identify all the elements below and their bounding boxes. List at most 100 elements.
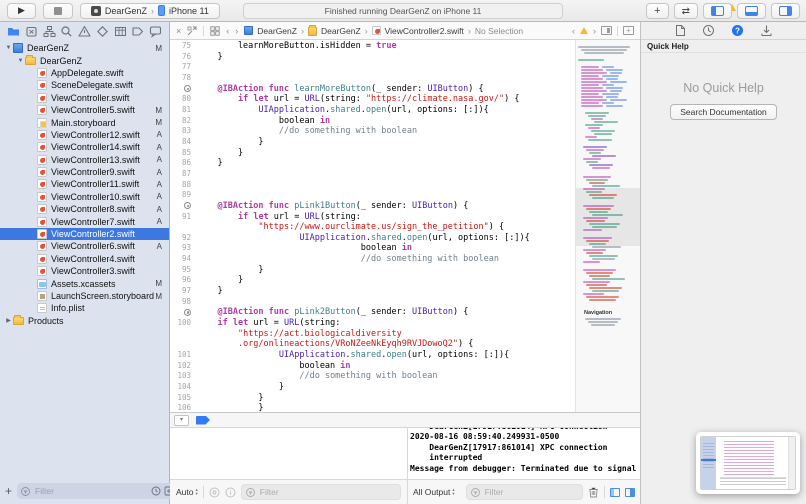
tree-item-viewcontroller4-swift[interactable]: ViewController4.swift: [0, 253, 169, 265]
line-number[interactable]: 84: [170, 137, 197, 148]
tree-item-viewcontroller6-swift[interactable]: ViewController6.swiftA: [0, 240, 169, 252]
tree-item-scenedelegate-swift[interactable]: SceneDelegate.swift: [0, 79, 169, 91]
code-line-80[interactable]: 80 if let url = URL(string: "https://cli…: [170, 94, 575, 105]
line-number[interactable]: 83: [170, 126, 197, 137]
hide-debug-area-button[interactable]: ▾: [174, 415, 189, 426]
history-inspector-icon[interactable]: [702, 24, 715, 37]
library-add-button[interactable]: +: [646, 3, 668, 19]
breadcrumb-project[interactable]: DearGenZ: [257, 26, 297, 36]
breakpoints-toggle-icon[interactable]: [196, 416, 210, 425]
tree-item-viewcontroller11-swift[interactable]: ViewController11.swiftA: [0, 178, 169, 190]
code-line-93[interactable]: 93 boolean in: [170, 243, 575, 254]
code-line-84[interactable]: 84 }: [170, 137, 575, 148]
line-number[interactable]: 77: [170, 62, 197, 73]
source-control-navigator-icon[interactable]: [25, 25, 38, 38]
code-line-90[interactable]: @IBAction func pLink1Button(_ sender: UI…: [170, 201, 575, 212]
show-console-view-icon[interactable]: [625, 488, 635, 497]
tree-item-viewcontroller5-swift[interactable]: ViewController5.swiftM: [0, 104, 169, 116]
line-number[interactable]: 104: [170, 382, 197, 393]
file-inspector-icon[interactable]: [675, 24, 686, 37]
tree-item-viewcontroller-swift[interactable]: ViewController.swift: [0, 92, 169, 104]
tree-item-deargenz[interactable]: ▼DearGenZ: [0, 54, 169, 66]
previous-issue-icon[interactable]: ‹: [572, 26, 575, 36]
tree-item-viewcontroller9-swift[interactable]: ViewController9.swiftA: [0, 166, 169, 178]
minimap-viewport[interactable]: [576, 188, 640, 246]
line-number[interactable]: 94: [170, 254, 197, 265]
line-number[interactable]: 82: [170, 116, 197, 127]
adjust-editor-options-icon[interactable]: [601, 26, 612, 35]
line-number[interactable]: 87: [170, 169, 197, 180]
code-line-101[interactable]: 101 UIApplication.shared.open(url, optio…: [170, 350, 575, 361]
line-number[interactable]: 92: [170, 233, 197, 244]
info-circle-icon[interactable]: [225, 487, 236, 498]
line-number[interactable]: 106: [170, 403, 197, 412]
code-line-87[interactable]: 87: [170, 169, 575, 180]
console-output[interactable]: DearGenZ[17917:861014] XPC connection202…: [408, 428, 640, 479]
code-line-85[interactable]: 85 }: [170, 148, 575, 159]
warning-icon[interactable]: [580, 27, 588, 34]
code-line-92[interactable]: 92 UIApplication.shared.open(url, option…: [170, 233, 575, 244]
code-line-78[interactable]: 78: [170, 73, 575, 84]
ibaction-connection-icon[interactable]: [170, 201, 197, 212]
disclosure-down-icon[interactable]: ▼: [4, 45, 13, 51]
search-documentation-button[interactable]: Search Documentation: [670, 104, 776, 120]
editor-mode-button[interactable]: ⇄: [674, 3, 698, 19]
line-number[interactable]: 97: [170, 286, 197, 297]
tree-item-viewcontroller12-swift[interactable]: ViewController12.swiftA: [0, 129, 169, 141]
breakpoint-navigator-icon[interactable]: [131, 25, 144, 38]
code-line-75[interactable]: 75 learnMoreButton.isHidden = true: [170, 41, 575, 52]
line-number[interactable]: 102: [170, 361, 197, 372]
variables-filter-field[interactable]: [241, 484, 401, 500]
disclosure-right-icon[interactable]: ▶: [4, 317, 13, 324]
line-number[interactable]: 81: [170, 105, 197, 116]
line-number[interactable]: 80: [170, 94, 197, 105]
line-number[interactable]: 100: [170, 318, 197, 329]
tree-item-viewcontroller8-swift[interactable]: ViewController8.swiftA: [0, 203, 169, 215]
tree-item-launchscreen-storyboard[interactable]: LaunchScreen.storyboardM: [0, 290, 169, 302]
line-number[interactable]: 93: [170, 243, 197, 254]
code-line-100[interactable]: 100 if let url = URL(string:: [170, 318, 575, 329]
stop-button[interactable]: [43, 3, 73, 19]
line-number[interactable]: 85: [170, 148, 197, 159]
line-number[interactable]: 103: [170, 371, 197, 382]
report-navigator-icon[interactable]: [149, 25, 162, 38]
tree-item-viewcontroller3-swift[interactable]: ViewController3.swift: [0, 265, 169, 277]
flag-circle-icon[interactable]: [209, 487, 220, 498]
variables-scope-popup[interactable]: Auto ▴▾: [176, 487, 198, 497]
find-navigator-icon[interactable]: [60, 25, 73, 38]
code-line-98[interactable]: 98: [170, 297, 575, 308]
tree-item-appdelegate-swift[interactable]: AppDelegate.swift: [0, 67, 169, 79]
tree-item-main-storyboard[interactable]: Main.storyboardM: [0, 116, 169, 128]
add-editor-icon[interactable]: +: [623, 26, 634, 35]
close-editor-icon[interactable]: ×: [176, 26, 181, 36]
tree-item-viewcontroller7-swift[interactable]: ViewController7.swiftA: [0, 215, 169, 227]
run-button[interactable]: ▶: [7, 3, 36, 19]
add-file-button[interactable]: +: [5, 486, 12, 496]
trash-icon[interactable]: [588, 486, 599, 498]
minimap[interactable]: Navigation: [575, 40, 640, 412]
line-number[interactable]: 98: [170, 297, 197, 308]
navigator-filter-field[interactable]: [17, 483, 178, 499]
code-line-103[interactable]: 103 //do something with boolean: [170, 371, 575, 382]
line-number[interactable]: 96: [170, 275, 197, 286]
quick-help-inspector-icon[interactable]: ?: [731, 24, 744, 37]
line-number[interactable]: 89: [170, 190, 197, 201]
code-line-82[interactable]: 82 boolean in: [170, 116, 575, 127]
code-line-77[interactable]: 77: [170, 62, 575, 73]
tree-item-assets-xcassets[interactable]: Assets.xcassetsM: [0, 277, 169, 289]
go-forward-icon[interactable]: ›: [235, 26, 238, 36]
line-number[interactable]: 91: [170, 212, 197, 223]
toggle-inspector-button[interactable]: [771, 3, 800, 19]
show-variables-view-icon[interactable]: [610, 488, 620, 497]
variables-view[interactable]: [170, 428, 408, 479]
toggle-navigator-button[interactable]: [703, 3, 732, 19]
recent-files-clock-icon[interactable]: [151, 486, 161, 496]
console-output-popup[interactable]: All Output ▴▾: [413, 487, 455, 497]
tree-item-deargenz[interactable]: ▼DearGenZM: [0, 42, 169, 54]
tree-item-viewcontroller10-swift[interactable]: ViewController10.swiftA: [0, 191, 169, 203]
debug-navigator-icon[interactable]: [114, 25, 127, 38]
breadcrumb-file[interactable]: ViewController2.swift: [385, 26, 464, 36]
symbol-navigator-icon[interactable]: [43, 25, 56, 38]
toggle-debug-area-button[interactable]: [737, 3, 766, 19]
source-code-editor[interactable]: 75 learnMoreButton.isHidden = true76 }77…: [170, 40, 575, 412]
